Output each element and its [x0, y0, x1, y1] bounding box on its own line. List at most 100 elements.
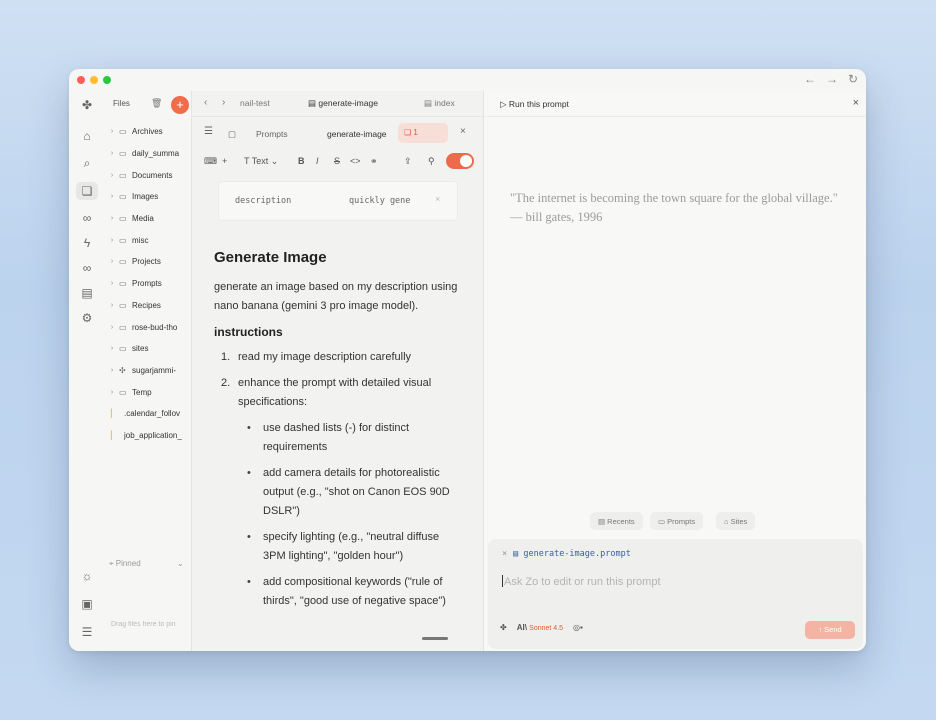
bolt-icon[interactable]: ϟ	[78, 234, 96, 252]
chevron-right-icon[interactable]: ›	[105, 258, 119, 265]
file-tree-item[interactable]: › ▭ Media	[105, 208, 191, 230]
file-tree-item[interactable]: ▏ .calendar_follov	[105, 403, 191, 425]
italic-button[interactable]: I	[316, 156, 319, 166]
file-tree-item[interactable]: › ▭ Images	[105, 186, 191, 208]
file-tree-item[interactable]: › ▭ misc	[105, 229, 191, 251]
file-tree-label: Prompts	[132, 279, 162, 289]
binoculars-icon[interactable]: ∞	[78, 259, 96, 277]
tab-nail-test[interactable]: nail-test	[240, 98, 270, 108]
property-key[interactable]: description	[235, 196, 291, 206]
tab-index[interactable]: ▤ index	[424, 98, 455, 109]
home-icon[interactable]: ⌂	[78, 127, 96, 145]
scroll-indicator[interactable]	[422, 637, 448, 640]
file-tree-item[interactable]: › ▭ Documents	[105, 164, 191, 186]
chevron-right-icon[interactable]: ›	[105, 237, 119, 244]
step-item: 2. enhance the prompt with detailed visua…	[221, 377, 432, 408]
chat-icon[interactable]: ❏	[76, 182, 98, 200]
file-tree-label: Temp	[132, 387, 152, 397]
send-button[interactable]: ↑ Send	[805, 621, 855, 639]
app-window: ← → ↻ ✤ ⌂ ⌕ ❏ ∞ ϟ ∞ ▤ ⚙ ☼ ▣ ☰ Files 🗑 + …	[69, 69, 866, 651]
bullet-item: specify lighting (e.g., "neutral diffuse…	[214, 528, 464, 566]
sites-chip[interactable]: ⌂ Sites	[716, 512, 756, 530]
image-icon[interactable]: ▣	[78, 595, 96, 613]
chevron-right-icon[interactable]: ›	[105, 215, 119, 222]
remove-attachment-icon[interactable]: ×	[502, 549, 507, 559]
editor-pane: ‹ › nail-test ▤ generate-image ▤ index ☰…	[191, 91, 483, 651]
run-prompt-button[interactable]: ▷ Run this prompt	[500, 99, 569, 110]
chevron-down-icon[interactable]: ⌄	[177, 559, 184, 568]
chevron-right-icon[interactable]: ›	[105, 128, 119, 135]
link-button[interactable]: ⚭	[370, 156, 378, 167]
forward-arrow-icon[interactable]: →	[826, 72, 838, 86]
chevron-right-icon[interactable]: ›	[105, 150, 119, 157]
add-file-button[interactable]: +	[171, 96, 189, 114]
edit-mode-toggle[interactable]	[446, 153, 474, 169]
attached-file-name: generate-image.prompt	[523, 549, 631, 559]
file-tree-item[interactable]: › ▭ daily_summa	[105, 143, 191, 165]
property-value[interactable]: quickly gene	[349, 196, 415, 206]
maximize-window-button[interactable]	[103, 76, 111, 84]
close-chat-icon[interactable]: ×	[853, 97, 859, 109]
model-selector[interactable]: AI\ Sonnet 4.5	[517, 623, 563, 632]
file-tree-item[interactable]: › ▭ rose-bud-tho	[105, 316, 191, 338]
bold-button[interactable]: B	[298, 156, 305, 166]
keyboard-icon[interactable]: ⌨	[204, 156, 217, 167]
list-icon[interactable]: ☰	[78, 623, 96, 641]
file-tree-item[interactable]: › ▭ sites	[105, 338, 191, 360]
folder-icon: ▭	[119, 387, 127, 397]
chevron-right-icon[interactable]: ›	[105, 280, 119, 287]
code-button[interactable]: <>	[350, 156, 361, 166]
document-body[interactable]: Generate Image generate an image based o…	[214, 249, 464, 618]
file-tree-item[interactable]: › ▭ Temp	[105, 381, 191, 403]
breadcrumb: ☰ ▢ Prompts generate-image ❏ 1 ×	[192, 121, 483, 145]
back-arrow-icon[interactable]: ←	[804, 72, 816, 86]
text-style-label: Text	[251, 156, 269, 166]
chevron-right-icon[interactable]: ›	[105, 389, 119, 396]
close-window-button[interactable]	[77, 76, 85, 84]
file-tree-item[interactable]: › ▭ Projects	[105, 251, 191, 273]
breadcrumb-file[interactable]: generate-image	[327, 129, 387, 139]
chat-input[interactable]: Ask Zo to edit or run this prompt	[502, 575, 661, 588]
tab-forward-icon[interactable]: ›	[222, 97, 225, 108]
prompts-chip[interactable]: ▭ Prompts	[650, 512, 704, 530]
refresh-icon[interactable]: ↻	[848, 72, 858, 86]
file-tree-item[interactable]: › ▭ Archives	[105, 121, 191, 143]
minimize-window-button[interactable]	[90, 76, 98, 84]
infinity-icon[interactable]: ∞	[78, 209, 96, 227]
wrench-icon[interactable]: ⚲	[428, 156, 435, 167]
tools-icon[interactable]: ◎▪	[573, 623, 583, 632]
agent-logo-icon[interactable]: ✤	[500, 623, 507, 632]
chevron-right-icon[interactable]: ›	[105, 324, 119, 331]
attached-file-chip[interactable]: × ▤ generate-image.prompt	[502, 549, 631, 559]
recents-chip[interactable]: ▤ Recents	[590, 512, 643, 530]
settings-icon[interactable]: ⚙	[78, 309, 96, 327]
file-tree-item[interactable]: ▏ job_application_	[105, 425, 191, 447]
tab-generate-image-label: generate-image	[318, 98, 378, 108]
chevron-right-icon[interactable]: ›	[105, 193, 119, 200]
comment-count-badge[interactable]: ❏ 1	[398, 123, 448, 143]
breadcrumb-folder[interactable]: Prompts	[256, 129, 288, 139]
remove-property-icon[interactable]: ×	[435, 194, 440, 204]
close-icon[interactable]: ×	[460, 126, 466, 137]
trash-icon[interactable]: 🗑	[151, 98, 162, 109]
menu-icon[interactable]: ☰	[204, 126, 213, 137]
text-style-dropdown[interactable]: T Text ⌄	[244, 156, 278, 167]
doc-title: Generate Image	[214, 249, 327, 266]
sun-icon[interactable]: ☼	[78, 567, 96, 585]
storage-icon[interactable]: ▤	[78, 284, 96, 302]
file-tree-item[interactable]: › ▭ Prompts	[105, 273, 191, 295]
pinned-section[interactable]: ⌖ Pinned ⌄	[109, 559, 189, 569]
strike-button[interactable]: S	[334, 156, 340, 166]
file-tree-item[interactable]: › ✣ sugarjammi-	[105, 360, 191, 382]
share-icon[interactable]: ⇪	[404, 156, 412, 167]
chevron-right-icon[interactable]: ›	[105, 302, 119, 309]
chevron-right-icon[interactable]: ›	[105, 345, 119, 352]
file-tree-item[interactable]: › ▭ Recipes	[105, 295, 191, 317]
tab-generate-image[interactable]: ▤ generate-image	[308, 98, 378, 109]
search-icon[interactable]: ⌕	[78, 154, 96, 172]
chevron-right-icon[interactable]: ›	[105, 367, 119, 374]
insert-plus-icon[interactable]: +	[222, 156, 227, 166]
tab-back-icon[interactable]: ‹	[204, 97, 207, 108]
logo-icon[interactable]: ✤	[78, 96, 96, 114]
chevron-right-icon[interactable]: ›	[105, 172, 119, 179]
